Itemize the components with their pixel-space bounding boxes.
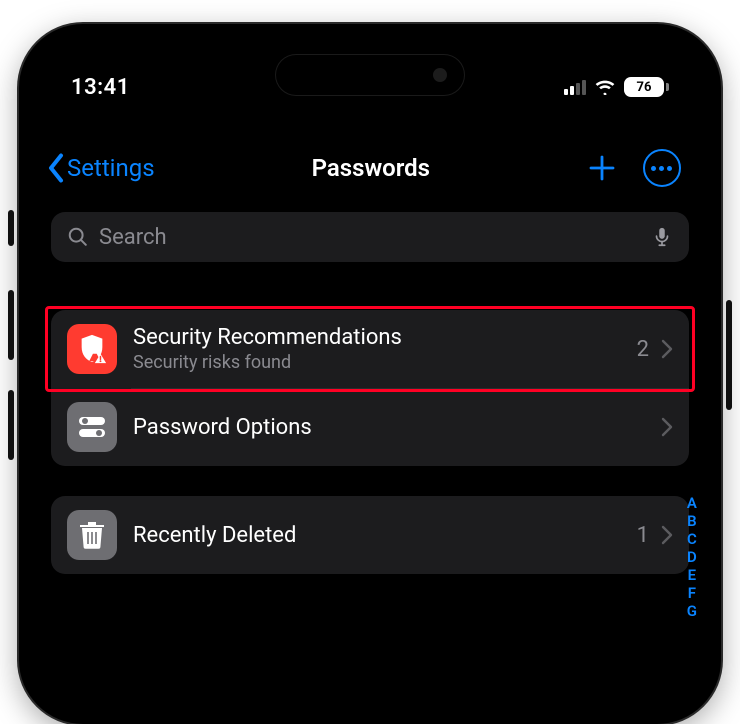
section-index[interactable]: A B C D E F G — [687, 494, 697, 620]
index-letter[interactable]: B — [687, 512, 697, 530]
search-field[interactable] — [51, 212, 689, 262]
back-label: Settings — [67, 154, 155, 182]
row-tail: 2 — [637, 337, 673, 362]
ellipsis-icon — [651, 166, 672, 171]
index-letter[interactable]: F — [687, 584, 697, 602]
phone-mockup: 13:41 76 — [0, 0, 740, 650]
index-letter[interactable]: A — [687, 494, 697, 512]
row-title: Password Options — [133, 415, 645, 440]
status-time: 13:41 — [71, 75, 130, 100]
row-subtitle: Security risks found — [133, 352, 621, 373]
mute-switch — [8, 210, 14, 246]
dynamic-island — [275, 54, 465, 96]
list-group-main: Security Recommendations Security risks … — [51, 310, 689, 466]
row-body: Password Options — [133, 415, 645, 440]
page-title: Passwords — [312, 154, 430, 182]
volume-down-button — [8, 390, 14, 460]
chevron-right-icon — [661, 339, 673, 359]
more-button[interactable] — [643, 149, 681, 187]
cellular-signal-icon — [564, 79, 586, 95]
row-tail — [661, 417, 673, 437]
row-title: Recently Deleted — [133, 523, 621, 548]
shield-alert-icon — [67, 324, 117, 374]
row-count: 2 — [637, 337, 649, 362]
index-letter[interactable]: D — [687, 548, 697, 566]
nav-bar: Settings Passwords — [29, 144, 711, 192]
chevron-left-icon — [47, 153, 65, 183]
toggle-icon — [67, 402, 117, 452]
back-button[interactable]: Settings — [47, 153, 155, 183]
add-button[interactable] — [587, 153, 617, 183]
status-icons: 76 — [564, 77, 669, 97]
nav-actions — [587, 149, 681, 187]
row-recently-deleted[interactable]: Recently Deleted 1 — [51, 496, 689, 574]
list-group-deleted: Recently Deleted 1 — [51, 496, 689, 574]
battery-indicator: 76 — [624, 77, 669, 97]
row-count: 1 — [637, 523, 649, 548]
volume-up-button — [8, 290, 14, 360]
battery-percent: 76 — [637, 80, 652, 95]
wifi-icon — [594, 79, 616, 95]
row-tail: 1 — [637, 523, 673, 548]
row-title: Security Recommendations — [133, 325, 621, 350]
screen: 13:41 76 — [29, 34, 711, 714]
row-body: Security Recommendations Security risks … — [133, 325, 621, 373]
row-security-recommendations[interactable]: Security Recommendations Security risks … — [51, 310, 689, 388]
index-letter[interactable]: E — [687, 566, 697, 584]
search-input[interactable] — [99, 225, 641, 250]
chevron-right-icon — [661, 525, 673, 545]
trash-icon — [67, 510, 117, 560]
phone-body: 13:41 76 — [19, 24, 721, 724]
row-body: Recently Deleted — [133, 523, 621, 548]
index-letter[interactable]: G — [687, 602, 697, 620]
microphone-icon[interactable] — [651, 226, 673, 248]
chevron-right-icon — [661, 417, 673, 437]
row-password-options[interactable]: Password Options — [51, 388, 689, 466]
index-letter[interactable]: C — [687, 530, 697, 548]
power-button — [726, 300, 732, 410]
search-icon — [67, 226, 89, 248]
